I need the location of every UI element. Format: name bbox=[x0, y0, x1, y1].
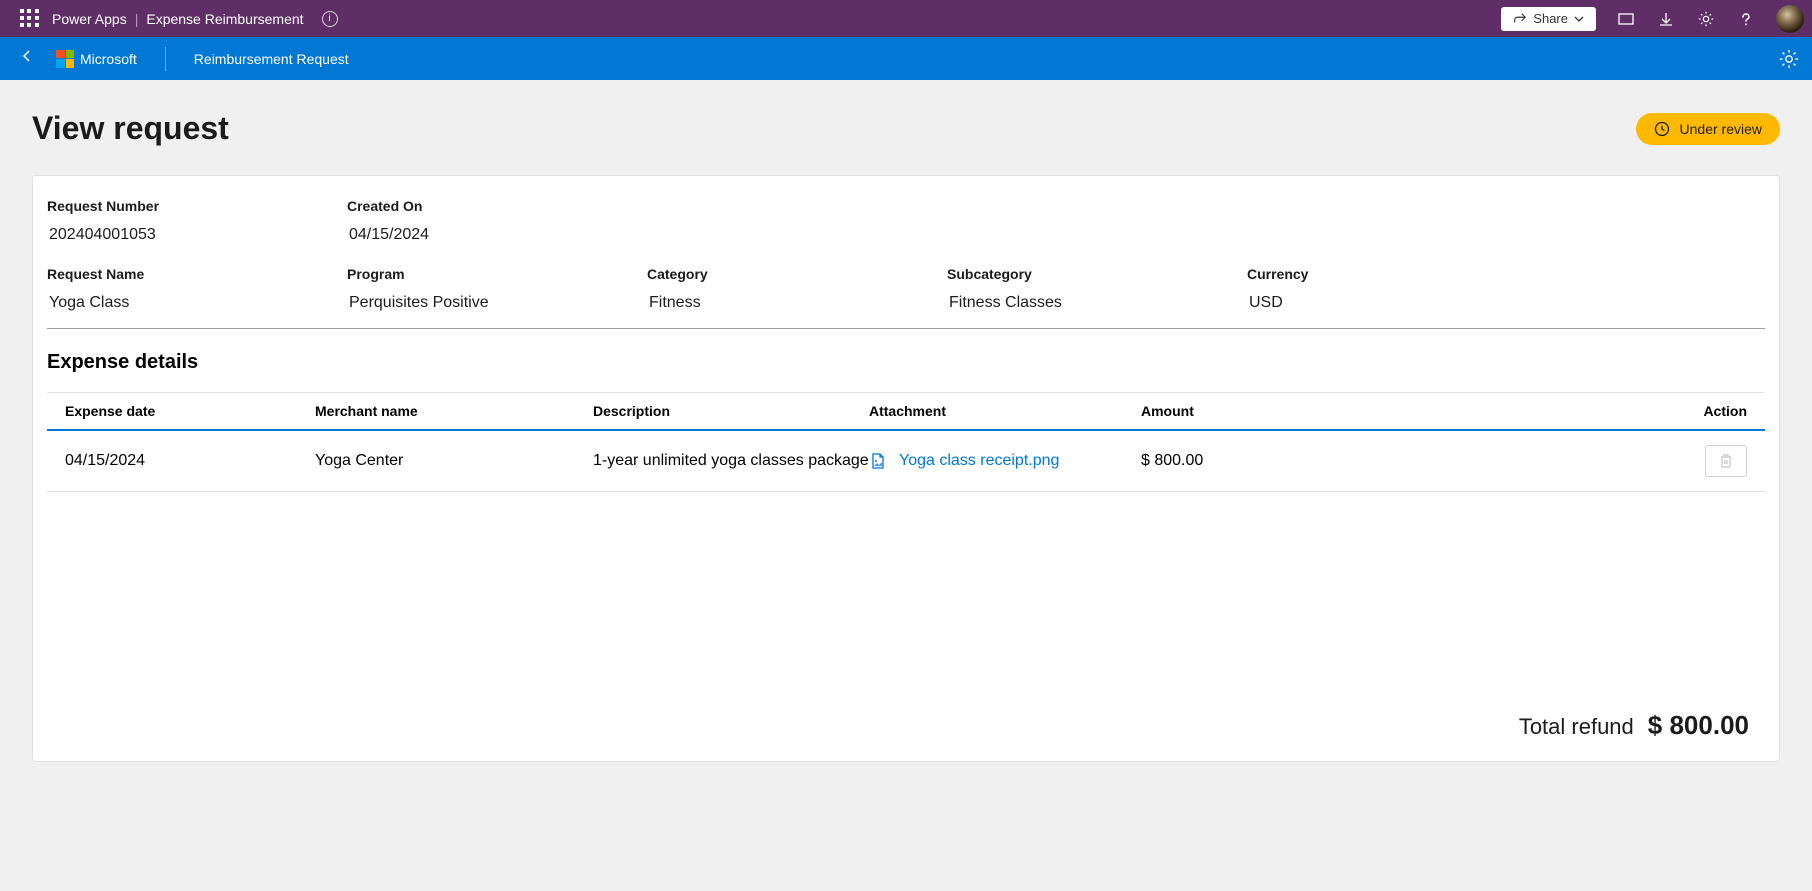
table-row: 04/15/2024 Yoga Center 1-year unlimited … bbox=[47, 431, 1765, 492]
top-bar-actions: Share bbox=[1501, 1, 1804, 37]
field-row-1: Request Number 202404001053 Created On 0… bbox=[47, 198, 1765, 244]
field-value: 04/15/2024 bbox=[347, 226, 647, 244]
field-created-on: Created On 04/15/2024 bbox=[347, 198, 647, 244]
help-icon bbox=[1738, 11, 1754, 27]
help-button[interactable] bbox=[1728, 1, 1764, 37]
gear-icon bbox=[1778, 48, 1800, 70]
download-icon bbox=[1658, 11, 1674, 27]
field-currency: Currency USD bbox=[1247, 266, 1447, 312]
field-category: Category Fitness bbox=[647, 266, 947, 312]
field-request-name: Request Name Yoga Class bbox=[47, 266, 347, 312]
cell-action bbox=[1421, 445, 1747, 477]
field-label: Currency bbox=[1247, 266, 1447, 282]
field-value: USD bbox=[1247, 294, 1447, 312]
app-launcher-icon[interactable] bbox=[20, 9, 40, 29]
expense-table: Expense date Merchant name Description A… bbox=[47, 392, 1765, 492]
share-label: Share bbox=[1533, 11, 1568, 26]
request-card: Request Number 202404001053 Created On 0… bbox=[32, 175, 1780, 762]
top-bar-title: Power Apps | Expense Reimbursement bbox=[52, 11, 304, 27]
status-badge: Under review bbox=[1636, 113, 1780, 145]
page-title: View request bbox=[32, 110, 229, 147]
page-header: View request Under review bbox=[32, 110, 1780, 147]
cell-merchant: Yoga Center bbox=[315, 452, 593, 470]
col-header-amount: Amount bbox=[1141, 403, 1421, 419]
page-name: Expense Reimbursement bbox=[146, 11, 303, 27]
cell-date: 04/15/2024 bbox=[65, 452, 315, 470]
expense-section-title: Expense details bbox=[47, 351, 1765, 374]
app-bar-right bbox=[1778, 48, 1800, 70]
info-icon[interactable]: i bbox=[322, 11, 338, 27]
field-value: Fitness Classes bbox=[947, 294, 1247, 312]
clock-icon bbox=[1654, 121, 1670, 137]
chevron-down-icon bbox=[1574, 14, 1584, 24]
microsoft-logo-icon bbox=[56, 50, 74, 68]
user-avatar[interactable] bbox=[1776, 5, 1804, 33]
delete-button[interactable] bbox=[1705, 445, 1747, 477]
image-file-icon bbox=[869, 452, 887, 470]
cell-description: 1-year unlimited yoga classes package bbox=[593, 452, 869, 470]
field-label: Request Name bbox=[47, 266, 347, 282]
col-header-action: Action bbox=[1421, 403, 1747, 419]
col-header-merchant: Merchant name bbox=[315, 403, 593, 419]
field-label: Created On bbox=[347, 198, 647, 214]
cell-amount: $ 800.00 bbox=[1141, 452, 1421, 470]
gear-icon bbox=[1697, 10, 1715, 28]
brand-logo: Microsoft bbox=[56, 50, 137, 68]
download-button[interactable] bbox=[1648, 1, 1684, 37]
field-subcategory: Subcategory Fitness Classes bbox=[947, 266, 1247, 312]
attachment-link[interactable]: Yoga class receipt.png bbox=[869, 452, 1141, 470]
field-label: Program bbox=[347, 266, 647, 282]
field-label: Category bbox=[647, 266, 947, 282]
main-content: View request Under review Request Number… bbox=[0, 80, 1812, 762]
app-name: Power Apps bbox=[52, 11, 127, 27]
total-label: Total refund bbox=[1519, 714, 1634, 740]
cell-attachment: Yoga class receipt.png bbox=[869, 452, 1141, 470]
field-value: Fitness bbox=[647, 294, 947, 312]
back-button[interactable] bbox=[12, 45, 42, 72]
app-settings-button[interactable] bbox=[1778, 48, 1800, 70]
field-value: Perquisites Positive bbox=[347, 294, 647, 312]
table-header: Expense date Merchant name Description A… bbox=[47, 393, 1765, 431]
field-label: Subcategory bbox=[947, 266, 1247, 282]
divider bbox=[165, 47, 166, 71]
title-separator: | bbox=[135, 11, 139, 27]
attachment-name: Yoga class receipt.png bbox=[899, 452, 1059, 470]
brand-name: Microsoft bbox=[80, 51, 137, 67]
settings-button[interactable] bbox=[1688, 1, 1724, 37]
total-amount: $ 800.00 bbox=[1648, 710, 1749, 741]
share-button[interactable]: Share bbox=[1501, 7, 1596, 31]
status-label: Under review bbox=[1680, 121, 1762, 137]
field-label: Request Number bbox=[47, 198, 347, 214]
fit-screen-button[interactable] bbox=[1608, 1, 1644, 37]
field-row-2: Request Name Yoga Class Program Perquisi… bbox=[47, 266, 1765, 329]
field-request-number: Request Number 202404001053 bbox=[47, 198, 347, 244]
top-bar: Power Apps | Expense Reimbursement i Sha… bbox=[0, 0, 1812, 37]
app-title: Reimbursement Request bbox=[194, 51, 349, 67]
col-header-date: Expense date bbox=[65, 403, 315, 419]
share-icon bbox=[1513, 12, 1527, 26]
fit-screen-icon bbox=[1617, 10, 1635, 28]
field-value: Yoga Class bbox=[47, 294, 347, 312]
col-header-attachment: Attachment bbox=[869, 403, 1141, 419]
trash-icon bbox=[1719, 453, 1733, 469]
app-bar: Microsoft Reimbursement Request bbox=[0, 37, 1812, 80]
field-program: Program Perquisites Positive bbox=[347, 266, 647, 312]
field-value: 202404001053 bbox=[47, 226, 347, 244]
total-row: Total refund $ 800.00 bbox=[47, 692, 1765, 741]
chevron-left-icon bbox=[20, 49, 34, 63]
col-header-description: Description bbox=[593, 403, 869, 419]
